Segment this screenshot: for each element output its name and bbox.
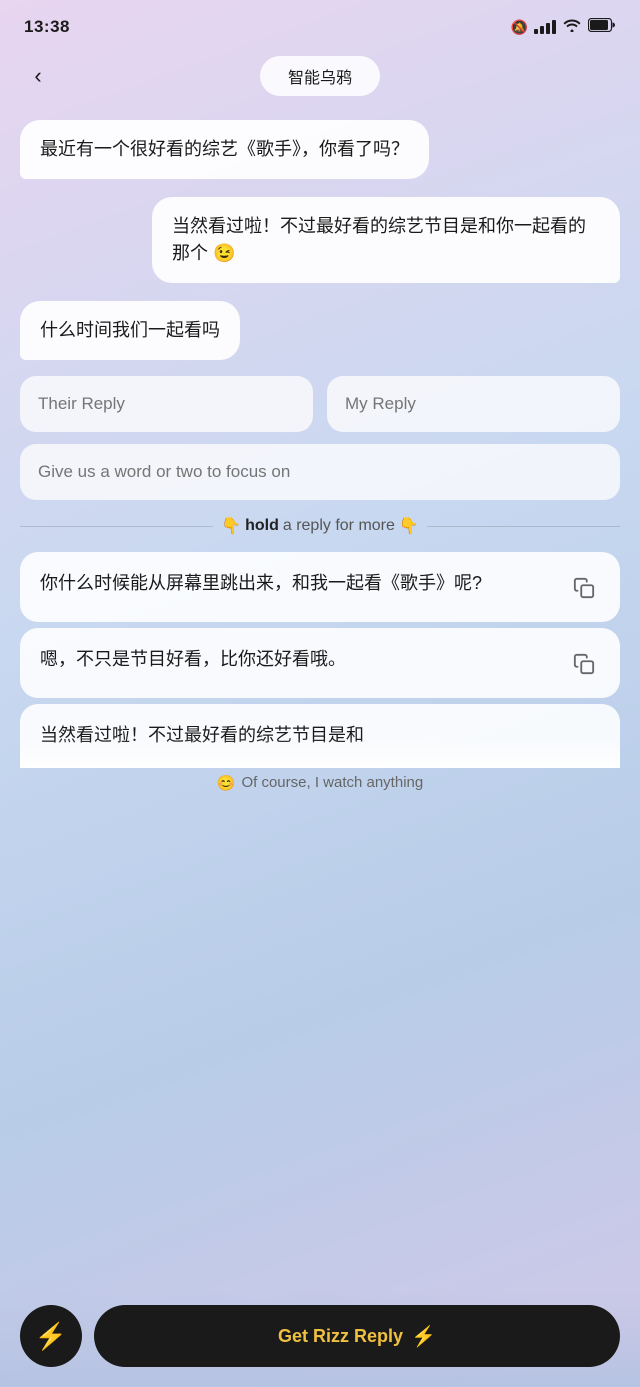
- bottom-hint-text: Of course, I watch anything: [241, 774, 423, 791]
- message-text-2: 当然看过啦！不过最好看的综艺节目是和你一起看的那个 😉: [172, 216, 586, 263]
- divider-line-left: [20, 526, 213, 527]
- lightning-icon: ⚡: [35, 1321, 67, 1352]
- suggestion-card-2: 嗯，不只是节目好看，比你还好看哦。: [20, 628, 620, 698]
- copy-button-1[interactable]: [568, 572, 600, 604]
- suggestion-card-1: 你什么时候能从屏幕里跳出来，和我一起看《歌手》呢?: [20, 552, 620, 622]
- message-text-3: 什么时间我们一起看吗: [40, 320, 220, 340]
- partial-fade: [20, 738, 620, 768]
- focus-input[interactable]: [20, 444, 620, 500]
- battery-icon: [588, 18, 616, 37]
- their-reply-input[interactable]: [20, 376, 313, 432]
- my-reply-input[interactable]: [327, 376, 620, 432]
- message-received-1: 最近有一个很好看的综艺《歌手》，你看了吗？: [20, 120, 429, 179]
- bottom-bar: ⚡ Get Rizz Reply ⚡: [0, 1293, 640, 1387]
- divider-line-right: [427, 526, 620, 527]
- get-rizz-label: Get Rizz Reply: [278, 1326, 403, 1347]
- hold-emoji-left: 👇: [221, 516, 241, 536]
- chat-area: 最近有一个很好看的综艺《歌手》，你看了吗？ 当然看过啦！不过最好看的综艺节目是和…: [0, 110, 640, 370]
- message-sent-1: 当然看过啦！不过最好看的综艺节目是和你一起看的那个 😉: [152, 197, 620, 283]
- suggestion-card-3-partial: 当然看过啦！不过最好看的综艺节目是和: [20, 704, 620, 768]
- wifi-icon: [562, 18, 582, 36]
- lightning-button[interactable]: ⚡: [20, 1305, 82, 1367]
- header-title-container: 智能乌鸦: [260, 56, 380, 96]
- hold-rest-text: a reply for more: [283, 517, 395, 535]
- header: ‹ 智能乌鸦: [0, 50, 640, 110]
- hold-bold-text: hold: [245, 517, 279, 535]
- bell-icon: 🔕: [511, 19, 528, 36]
- signal-bars-icon: [534, 20, 556, 34]
- message-text-1: 最近有一个很好看的综艺《歌手》，你看了吗？: [40, 139, 409, 159]
- hold-emoji-right: 👇: [399, 516, 419, 536]
- back-chevron-icon: ‹: [34, 63, 41, 89]
- back-button[interactable]: ‹: [20, 58, 56, 94]
- hold-text: 👇 hold a reply for more 👇: [221, 516, 419, 536]
- message-received-2: 什么时间我们一起看吗: [20, 301, 240, 360]
- get-rizz-emoji: ⚡: [411, 1324, 436, 1349]
- focus-input-row: [0, 438, 640, 506]
- bottom-hint-emoji: 😊: [217, 774, 236, 792]
- suggestion-text-1: 你什么时候能从屏幕里跳出来，和我一起看《歌手》呢?: [40, 570, 568, 598]
- status-bar: 13:38 🔕: [0, 0, 640, 50]
- suggestion-text-2: 嗯，不只是节目好看，比你还好看哦。: [40, 646, 568, 674]
- status-time: 13:38: [24, 17, 70, 37]
- copy-button-2[interactable]: [568, 648, 600, 680]
- header-title: 智能乌鸦: [260, 56, 380, 96]
- bottom-hint: 😊 Of course, I watch anything: [0, 768, 640, 882]
- reply-input-row: [0, 370, 640, 438]
- get-rizz-button[interactable]: Get Rizz Reply ⚡: [94, 1305, 620, 1367]
- status-icons: 🔕: [511, 18, 616, 37]
- hold-divider: 👇 hold a reply for more 👇: [0, 506, 640, 546]
